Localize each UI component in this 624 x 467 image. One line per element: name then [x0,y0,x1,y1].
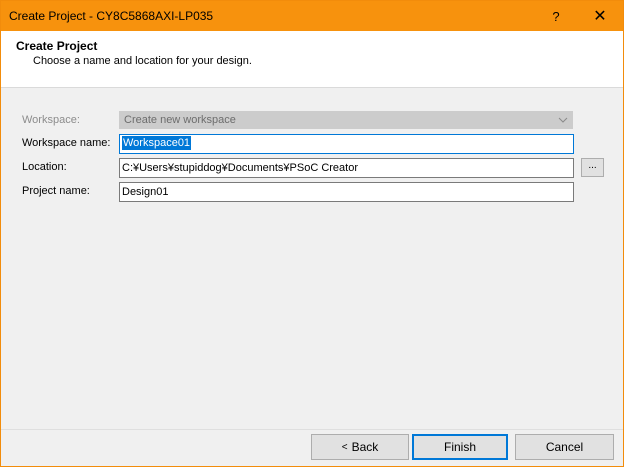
header-subtitle: Choose a name and location for your desi… [33,55,252,67]
cancel-button[interactable]: Cancel [515,434,614,460]
back-button-label: Back [351,440,379,454]
back-button[interactable]: < Back [311,434,409,460]
title-bar[interactable]: Create Project - CY8C5868AXI-LP035 ? ✕ [1,1,623,31]
workspace-select[interactable]: Create new workspace [119,111,573,129]
finish-button-label: Finish [443,440,476,454]
browse-button[interactable]: ... [581,158,604,177]
help-icon: ? [552,8,560,24]
location-input[interactable] [119,158,574,178]
cancel-button-label: Cancel [545,440,584,454]
help-button[interactable]: ? [533,1,579,31]
create-project-dialog: Create Project - CY8C5868AXI-LP035 ? ✕ C… [0,0,624,467]
project-name-input[interactable] [119,182,574,202]
project-name-label: Project name: [22,185,90,197]
chevron-down-icon [558,114,568,126]
dialog-header: Create Project Choose a name and locatio… [1,31,623,88]
close-icon: ✕ [593,8,607,25]
workspace-label: Workspace: [22,114,80,126]
chevron-left-icon: < [341,441,348,453]
location-label: Location: [22,161,67,173]
workspace-name-input[interactable] [119,134,574,154]
close-button[interactable]: ✕ [577,1,623,31]
workspace-name-label: Workspace name: [22,137,111,149]
window-title: Create Project - CY8C5868AXI-LP035 [9,9,214,23]
header-title: Create Project [16,39,98,53]
workspace-select-value: Create new workspace [124,114,236,126]
finish-button[interactable]: Finish [412,434,508,460]
